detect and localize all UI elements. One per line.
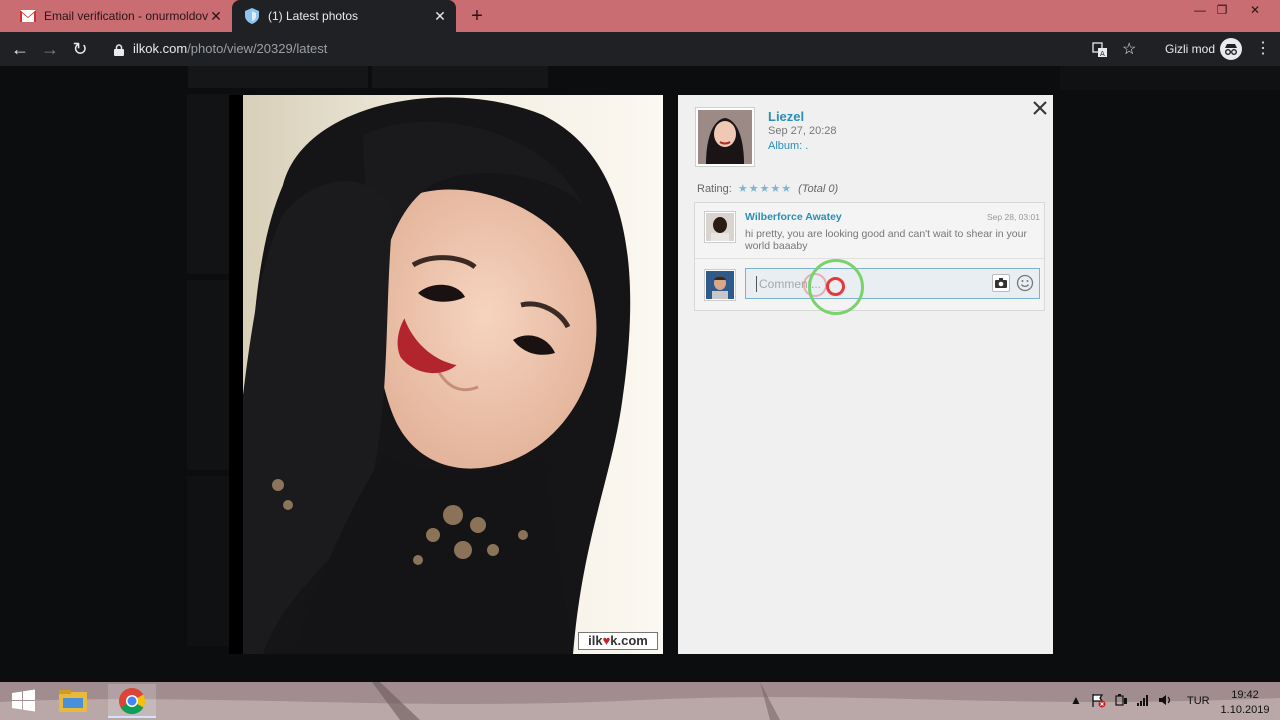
gmail-icon bbox=[20, 8, 36, 24]
album-link[interactable]: Album: . bbox=[768, 140, 808, 152]
ilkok-watermark: ilk♥k.com bbox=[578, 632, 658, 650]
url-host: ilkok.com bbox=[133, 41, 188, 56]
clock-time[interactable]: 19:42 bbox=[1225, 689, 1265, 701]
close-tab-icon[interactable]: ✕ bbox=[208, 8, 224, 24]
windows-start-icon[interactable] bbox=[4, 686, 44, 716]
lock-icon bbox=[114, 43, 124, 61]
chrome-icon[interactable] bbox=[108, 684, 156, 718]
forward-icon[interactable]: → bbox=[40, 39, 60, 59]
camera-icon[interactable] bbox=[992, 274, 1010, 292]
comment-date: Sep 28, 03:01 bbox=[987, 212, 1040, 222]
back-icon[interactable]: ← bbox=[10, 39, 30, 59]
close-tab-icon[interactable]: ✕ bbox=[432, 8, 448, 24]
clock-date[interactable]: 1.10.2019 bbox=[1219, 704, 1271, 716]
reload-icon[interactable]: ↻ bbox=[70, 39, 90, 59]
watermark-text-left: ilk bbox=[588, 633, 603, 648]
windows-taskbar: ▲ TUR 19:42 1.10.2019 bbox=[0, 682, 1280, 720]
incognito-label: Gizli mod bbox=[1165, 42, 1216, 56]
comments-section: Wilberforce Awatey Sep 28, 03:01 hi pret… bbox=[694, 202, 1045, 311]
taskbar-wallpaper bbox=[0, 682, 1280, 720]
url-text: ilkok.com/photo/view/20329/latest bbox=[133, 41, 327, 56]
watermark-text-right: k.com bbox=[610, 633, 648, 648]
rating-stars[interactable]: ★★★★★ bbox=[738, 182, 792, 195]
comment-box bbox=[745, 268, 1040, 299]
incognito-icon[interactable] bbox=[1220, 38, 1242, 60]
owner-name[interactable]: Liezel bbox=[768, 109, 804, 124]
file-explorer-icon[interactable] bbox=[49, 684, 97, 718]
owner-avatar[interactable] bbox=[695, 107, 755, 167]
bookmark-star-icon[interactable]: ☆ bbox=[1122, 39, 1136, 59]
network-signal-icon[interactable] bbox=[1135, 692, 1151, 720]
address-bar[interactable]: ilkok.com/photo/view/20329/latest A ☆ bbox=[102, 35, 1150, 63]
photo-date: Sep 27, 20:28 bbox=[768, 125, 837, 137]
window-close-icon[interactable]: ✕ bbox=[1240, 0, 1270, 20]
dimmed-header-block bbox=[372, 66, 548, 88]
browser-menu-icon[interactable]: ⋮ bbox=[1255, 38, 1271, 60]
dimmed-sidebar-block bbox=[187, 94, 231, 274]
comment-item: Wilberforce Awatey Sep 28, 03:01 hi pret… bbox=[695, 203, 1044, 259]
ilkok-icon bbox=[244, 8, 260, 24]
my-avatar bbox=[704, 269, 736, 301]
close-icon[interactable] bbox=[1031, 99, 1049, 117]
dimmed-header-block bbox=[188, 66, 368, 88]
show-hidden-icons[interactable]: ▲ bbox=[1070, 693, 1082, 720]
dimmed-nav-block bbox=[1060, 66, 1280, 90]
rating-row: Rating: ★★★★★ (Total 0) bbox=[697, 182, 839, 196]
comment-input[interactable] bbox=[756, 276, 976, 292]
rating-label: Rating: bbox=[697, 182, 732, 195]
browser-tab-bar: Email verification - onurmoldova ✕ (1) L… bbox=[0, 0, 1280, 32]
restore-icon[interactable]: ❐ bbox=[1207, 0, 1237, 20]
rating-total: (Total 0) bbox=[798, 182, 839, 195]
tab-title: Email verification - onurmoldova bbox=[44, 9, 208, 23]
comment-author[interactable]: Wilberforce Awatey bbox=[745, 211, 842, 223]
browser-toolbar: ← → ↻ ilkok.com/photo/view/20329/latest … bbox=[0, 32, 1280, 66]
smiley-icon[interactable] bbox=[1016, 274, 1034, 292]
dimmed-sidebar-block bbox=[187, 476, 231, 646]
svg-text:A: A bbox=[1100, 50, 1105, 58]
action-center-flag-icon[interactable] bbox=[1090, 692, 1106, 720]
commenter-avatar[interactable] bbox=[704, 211, 736, 243]
profile-photo[interactable] bbox=[243, 95, 663, 654]
tab-title: (1) Latest photos bbox=[268, 9, 359, 23]
volume-icon[interactable] bbox=[1157, 692, 1173, 720]
url-path: /photo/view/20329/latest bbox=[187, 41, 328, 56]
input-language[interactable]: TUR bbox=[1187, 695, 1210, 707]
tab-latest-photos[interactable]: (1) Latest photos ✕ bbox=[232, 0, 456, 32]
dimmed-sidebar-block bbox=[187, 280, 231, 470]
comment-text: hi pretty, you are looking good and can'… bbox=[745, 228, 1027, 252]
tab-email-verification[interactable]: Email verification - onurmoldova ✕ bbox=[8, 0, 232, 32]
photo-details-panel: Liezel Sep 27, 20:28 Album: . Rating: ★★… bbox=[678, 95, 1053, 654]
power-icon[interactable] bbox=[1113, 692, 1129, 720]
photo-viewer bbox=[229, 95, 663, 654]
new-tab-button[interactable]: + bbox=[467, 6, 487, 26]
translate-icon[interactable]: A bbox=[1092, 42, 1108, 61]
